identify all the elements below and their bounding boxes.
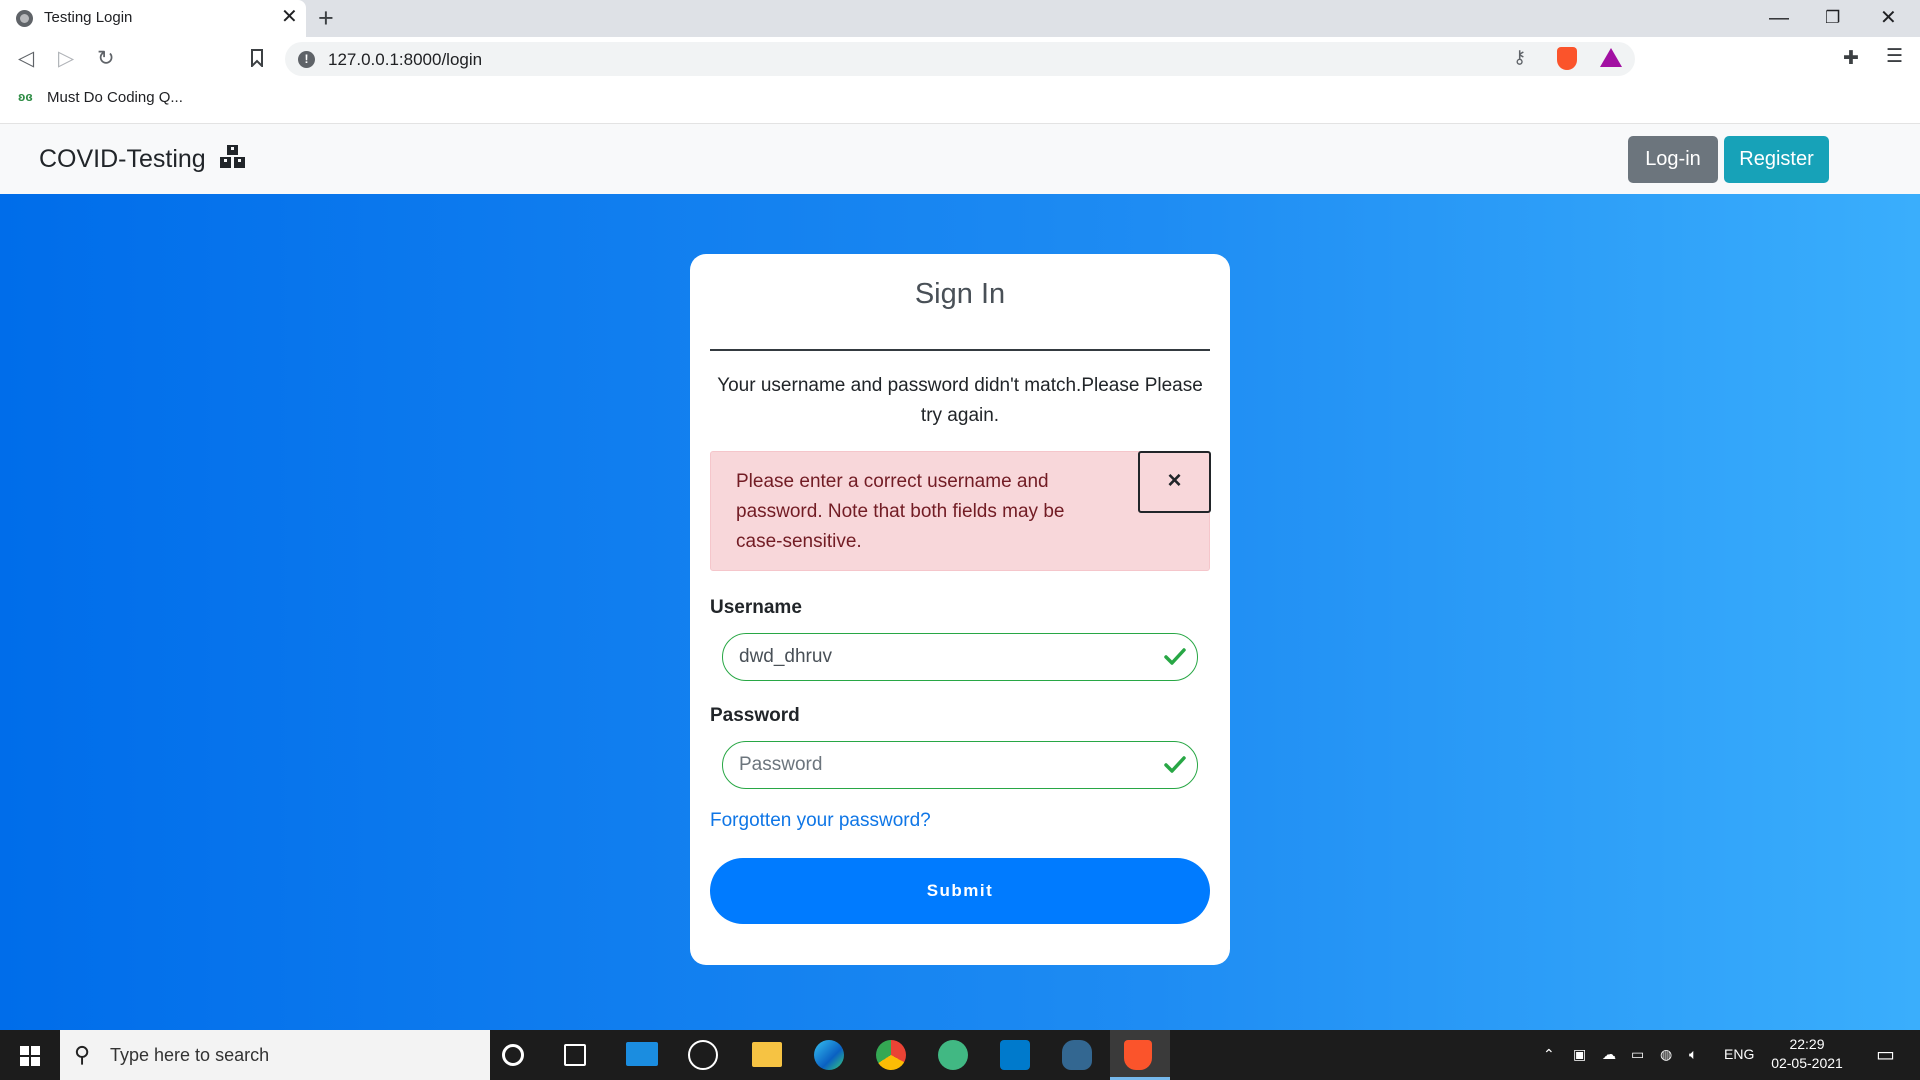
minimize-icon[interactable]: — bbox=[1769, 6, 1789, 30]
password-placeholder: Password bbox=[739, 754, 823, 775]
back-icon[interactable]: ◁ bbox=[18, 46, 34, 72]
bookmark-item[interactable]: Must Do Coding Q... bbox=[47, 89, 183, 106]
chrome-icon[interactable] bbox=[876, 1040, 906, 1070]
check-icon bbox=[1164, 648, 1186, 665]
username-value: dwd_dhruv bbox=[739, 646, 832, 667]
brave-shield-icon[interactable] bbox=[1557, 47, 1577, 70]
file-explorer-icon[interactable] bbox=[752, 1042, 782, 1067]
register-button[interactable]: Register bbox=[1724, 136, 1829, 183]
site-navbar: COVID-Testing Log-in Register bbox=[0, 123, 1920, 194]
close-window-icon[interactable]: ✕ bbox=[1880, 6, 1897, 30]
brand[interactable]: COVID-Testing bbox=[39, 144, 247, 174]
bookmark-favicon: ʚɞ bbox=[18, 89, 33, 104]
card-title: Sign In bbox=[914, 278, 1006, 310]
site-info-icon[interactable]: ! bbox=[298, 51, 315, 68]
language-indicator[interactable]: ENG bbox=[1724, 1046, 1754, 1062]
windows-start-icon[interactable] bbox=[20, 1046, 40, 1066]
extensions-icon[interactable]: ✚ bbox=[1843, 47, 1859, 70]
reload-icon[interactable]: ↻ bbox=[97, 46, 115, 72]
onedrive-icon[interactable]: ☁ bbox=[1602, 1046, 1616, 1063]
error-alert: Please enter a correct username and pass… bbox=[710, 451, 1211, 571]
edge-icon[interactable] bbox=[814, 1040, 844, 1070]
taskbar: ⚲ Type here to search ⌃ ▣ ☁ ▭ ◍ 🔈︎ ENG 2… bbox=[0, 1030, 1920, 1080]
password-label: Password bbox=[710, 705, 800, 726]
error-message: Your username and password didn't match.… bbox=[717, 375, 1203, 426]
vscode-icon[interactable] bbox=[1000, 1040, 1030, 1070]
check-icon bbox=[1164, 756, 1186, 773]
username-label: Username bbox=[710, 597, 802, 618]
new-tab-button[interactable]: + bbox=[318, 3, 334, 33]
brave-rewards-icon[interactable] bbox=[1600, 48, 1622, 67]
task-view-icon[interactable] bbox=[564, 1044, 586, 1066]
alert-text: Please enter a correct username and pass… bbox=[736, 471, 1065, 552]
browser-tab-strip: Testing Login ✕ + — ❐ ✕ bbox=[0, 0, 1920, 37]
meet-now-icon[interactable]: ▣ bbox=[1573, 1046, 1586, 1063]
tab-close-button[interactable]: ✕ bbox=[281, 6, 298, 28]
atom-icon[interactable] bbox=[938, 1040, 968, 1070]
network-icon[interactable]: ◍ bbox=[1660, 1046, 1672, 1063]
mail-icon[interactable] bbox=[626, 1042, 658, 1066]
bookmark-icon[interactable] bbox=[250, 49, 264, 67]
username-input[interactable]: dwd_dhruv bbox=[722, 633, 1198, 681]
clock-time: 22:29 bbox=[1789, 1036, 1825, 1052]
dell-icon[interactable] bbox=[688, 1040, 718, 1070]
pgadmin-icon[interactable] bbox=[1062, 1040, 1092, 1070]
menu-icon[interactable]: ☰ bbox=[1886, 45, 1903, 68]
volume-icon[interactable]: 🔈︎ bbox=[1689, 1046, 1697, 1063]
divider bbox=[710, 349, 1210, 351]
brand-text: COVID-Testing bbox=[39, 145, 206, 173]
cortana-icon[interactable] bbox=[502, 1044, 524, 1066]
search-placeholder: Type here to search bbox=[110, 1045, 270, 1065]
password-input[interactable]: Password bbox=[722, 741, 1198, 789]
tab-title: Testing Login bbox=[44, 9, 133, 26]
taskbar-search[interactable]: ⚲ Type here to search bbox=[60, 1030, 490, 1080]
clock-date: 02-05-2021 bbox=[1771, 1055, 1843, 1071]
forgot-password-link[interactable]: Forgotten your password? bbox=[710, 810, 931, 832]
key-icon[interactable]: ⚷ bbox=[1513, 47, 1526, 68]
battery-icon[interactable]: ▭ bbox=[1631, 1046, 1644, 1063]
boxes-icon bbox=[219, 145, 245, 168]
restore-icon[interactable]: ❐ bbox=[1825, 6, 1840, 30]
globe-icon bbox=[16, 10, 33, 27]
notification-icon[interactable]: ▭ bbox=[1876, 1042, 1895, 1067]
url-text[interactable]: 127.0.0.1:8000/login bbox=[328, 50, 482, 70]
address-bar[interactable]: ! 127.0.0.1:8000/login ⚷ bbox=[285, 42, 1635, 76]
browser-toolbar: ◁ ▷ ↻ ! 127.0.0.1:8000/login ⚷ ✚ ☰ ʚɞ Mu… bbox=[0, 37, 1920, 119]
search-icon: ⚲ bbox=[74, 1042, 91, 1067]
brave-icon[interactable] bbox=[1124, 1040, 1152, 1070]
login-button[interactable]: Log-in bbox=[1628, 136, 1718, 183]
clock[interactable]: 22:29 02-05-2021 bbox=[1752, 1035, 1862, 1073]
signin-card: Sign In Your username and password didn'… bbox=[690, 254, 1230, 965]
forward-icon[interactable]: ▷ bbox=[58, 46, 74, 72]
submit-button[interactable]: Submit bbox=[710, 858, 1210, 924]
browser-tab[interactable]: Testing Login ✕ bbox=[0, 0, 306, 37]
chevron-up-icon[interactable]: ⌃ bbox=[1543, 1046, 1555, 1063]
alert-close-button[interactable]: × bbox=[1138, 451, 1211, 513]
